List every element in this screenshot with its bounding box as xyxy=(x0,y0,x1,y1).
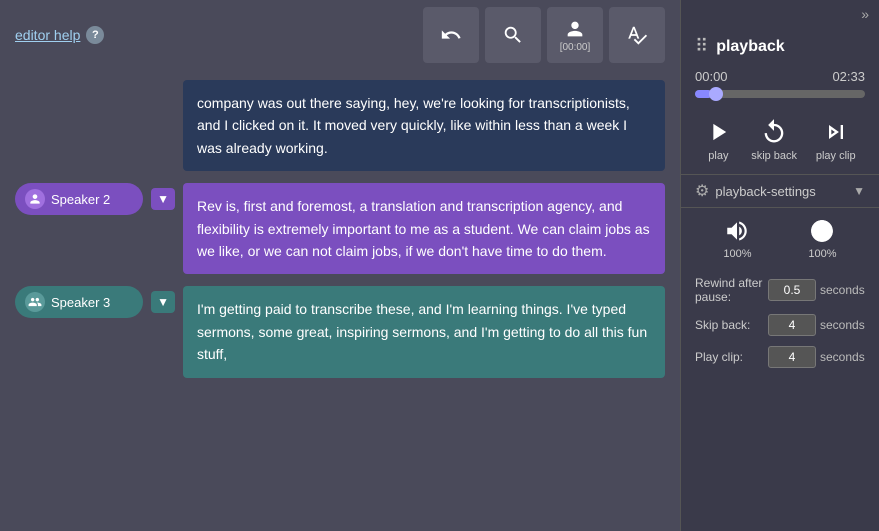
skip-back-setting-label: Skip back: xyxy=(695,318,768,332)
transcript-text-speaker2[interactable]: Rev is, first and foremost, a translatio… xyxy=(183,183,665,274)
transcript-block-speaker3: Speaker 3 ▼ I'm getting paid to transcri… xyxy=(15,286,665,377)
speaker2-label-area: Speaker 2 ▼ xyxy=(15,183,175,215)
rewind-setting-row: Rewind after pause: seconds xyxy=(695,276,865,304)
play-button[interactable]: play xyxy=(704,118,732,162)
help-icon[interactable]: ? xyxy=(86,26,104,44)
playback-settings-header[interactable]: ⚙ playback-settings ▼ xyxy=(681,174,879,208)
editor-panel: editor help ? [00:00] company was out th… xyxy=(0,0,680,531)
transcript-block-speaker2: Speaker 2 ▼ Rev is, first and foremost, … xyxy=(15,183,665,274)
skip-back-input[interactable] xyxy=(768,314,816,336)
speaker-timestamp-button[interactable]: [00:00] xyxy=(547,7,603,63)
gear-icon: ⚙ xyxy=(695,181,709,201)
rewind-label: Rewind after pause: xyxy=(695,276,768,304)
speaker2-dropdown[interactable]: ▼ xyxy=(151,188,175,210)
play-clip-button[interactable]: play clip xyxy=(816,118,856,162)
time-display: 00:00 02:33 xyxy=(695,69,865,84)
rewind-unit: seconds xyxy=(820,283,865,297)
transcript-text-speaker3[interactable]: I'm getting paid to transcribe these, an… xyxy=(183,286,665,377)
spellcheck-icon xyxy=(626,24,648,46)
undo-icon xyxy=(440,24,462,46)
current-time: 00:00 xyxy=(695,69,728,84)
speaker3-name: Speaker 3 xyxy=(51,295,110,310)
speed-icon xyxy=(809,218,835,244)
skip-back-unit: seconds xyxy=(820,318,865,332)
speaker2-icon xyxy=(25,189,45,209)
play-clip-label: play clip xyxy=(816,150,856,162)
play-clip-setting-row: Play clip: seconds xyxy=(695,346,865,368)
play-clip-input[interactable] xyxy=(768,346,816,368)
play-clip-unit: seconds xyxy=(820,350,865,364)
speaker3-label-area: Speaker 3 ▼ xyxy=(15,286,175,318)
panel-collapse-area: » xyxy=(681,0,879,28)
search-button[interactable] xyxy=(485,7,541,63)
speed-label: 100% xyxy=(808,248,836,260)
editor-help-link[interactable]: editor help xyxy=(15,27,80,43)
volume-control: 100% xyxy=(723,218,751,260)
skip-back-setting-row: Skip back: seconds xyxy=(695,314,865,336)
total-time: 02:33 xyxy=(832,69,865,84)
undo-button[interactable] xyxy=(423,7,479,63)
vol-speed-row: 100% 100% xyxy=(681,208,879,270)
person-icon-s2 xyxy=(28,192,42,206)
toolbar-buttons: [00:00] xyxy=(423,7,665,63)
playback-title: playback xyxy=(716,38,784,56)
settings-table: Rewind after pause: seconds Skip back: s… xyxy=(681,270,879,384)
skip-back-label: skip back xyxy=(751,150,797,162)
search-icon xyxy=(502,24,524,46)
progress-section: 00:00 02:33 xyxy=(681,69,879,110)
playback-grid-icon: ⠿ xyxy=(695,36,708,57)
progress-handle[interactable] xyxy=(709,87,723,101)
playback-controls: play skip back play clip xyxy=(681,110,879,174)
settings-title: playback-settings xyxy=(715,184,815,199)
playback-header: ⠿ playback xyxy=(681,28,879,69)
spellcheck-button[interactable] xyxy=(609,7,665,63)
transcript-content: company was out there saying, hey, we're… xyxy=(0,70,680,531)
play-label: play xyxy=(708,150,728,162)
playback-panel: » ⠿ playback 00:00 02:33 play skip back … xyxy=(680,0,879,531)
speaker3-button[interactable]: Speaker 3 xyxy=(15,286,143,318)
play-icon xyxy=(704,118,732,146)
rewind-input[interactable] xyxy=(768,279,816,301)
speaker2-row: Speaker 2 ▼ xyxy=(15,183,175,215)
progress-bar[interactable] xyxy=(695,90,865,98)
skip-back-icon xyxy=(760,118,788,146)
speaker3-dropdown[interactable]: ▼ xyxy=(151,291,175,313)
toolbar: editor help ? [00:00] xyxy=(0,0,680,70)
speaker2-button[interactable]: Speaker 2 xyxy=(15,183,143,215)
settings-arrow-icon: ▼ xyxy=(853,184,865,198)
speaker2-name: Speaker 2 xyxy=(51,192,110,207)
collapse-button[interactable]: » xyxy=(861,6,869,22)
play-clip-icon xyxy=(822,118,850,146)
speaker3-icon xyxy=(25,292,45,312)
person-icon xyxy=(564,18,586,40)
volume-label: 100% xyxy=(723,248,751,260)
transcript-text-prev[interactable]: company was out there saying, hey, we're… xyxy=(183,80,665,171)
transcript-block-prev: company was out there saying, hey, we're… xyxy=(15,80,665,171)
play-clip-setting-label: Play clip: xyxy=(695,350,768,364)
volume-icon xyxy=(724,218,750,244)
speed-control: 100% xyxy=(808,218,836,260)
skip-back-button[interactable]: skip back xyxy=(751,118,797,162)
editor-help-section: editor help ? xyxy=(15,26,104,44)
speaker-timestamp-label: [00:00] xyxy=(560,42,591,53)
speaker3-row: Speaker 3 ▼ xyxy=(15,286,175,318)
person-icon-s3 xyxy=(28,295,42,309)
